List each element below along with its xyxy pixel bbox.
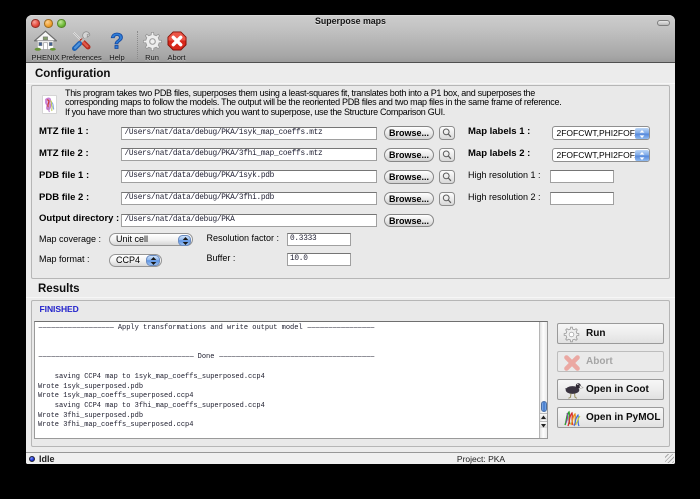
svg-text:?: ? <box>110 30 123 53</box>
